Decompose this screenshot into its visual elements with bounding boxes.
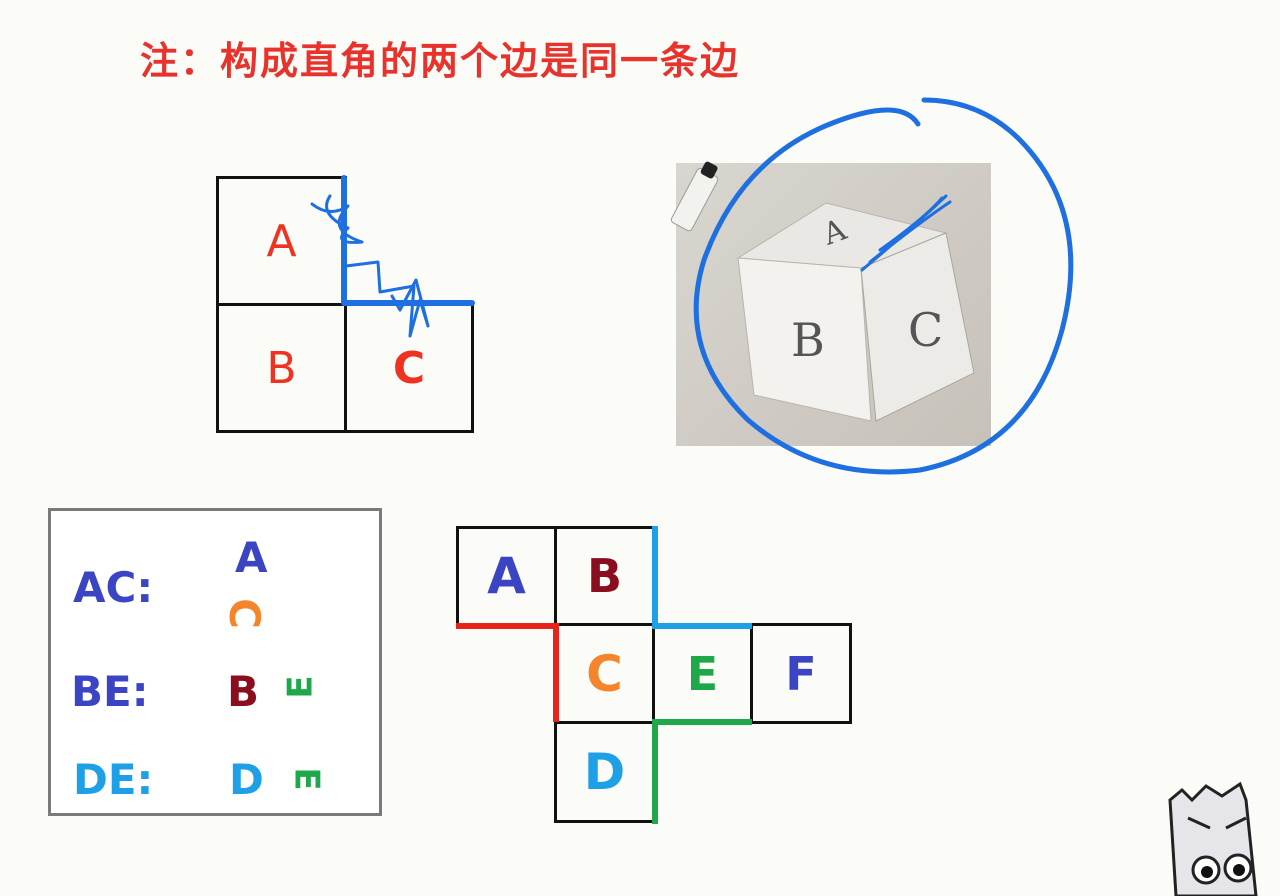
legend-be-first: B xyxy=(227,667,260,716)
left-net-cell-c: C xyxy=(344,303,474,433)
legend-ac-second-rotated: C xyxy=(219,598,269,629)
legend-key-de: DE: xyxy=(73,755,154,804)
left-net-cell-b: B xyxy=(216,303,347,433)
right-net-cell-e: E xyxy=(652,623,753,724)
right-net-cell-f: F xyxy=(750,623,852,724)
legend-de-second-rotated: E xyxy=(286,767,327,791)
right-net-label-a: A xyxy=(487,547,526,605)
edge-sky-be xyxy=(652,526,752,629)
edge-red-ac xyxy=(456,623,559,722)
note-title: 注：构成直角的两个边是同一条边 xyxy=(140,38,741,83)
pairs-legend: AC: A C BE: B E DE: D E xyxy=(48,508,382,816)
right-net-cell-c: C xyxy=(554,623,655,724)
right-net-cell-d: D xyxy=(554,721,655,823)
right-net-label-b: B xyxy=(586,549,623,603)
left-net-cell-a: A xyxy=(216,176,347,306)
legend-key-be: BE: xyxy=(71,667,149,716)
edge-green-de xyxy=(652,719,752,824)
right-net-label-e: E xyxy=(686,646,719,701)
legend-key-ac: AC: xyxy=(73,563,154,612)
left-net-label-a: A xyxy=(266,215,297,267)
left-net-label-b: B xyxy=(266,342,297,394)
right-net-cell-a: A xyxy=(456,526,557,626)
photo-label-right: C xyxy=(908,303,944,357)
legend-ac-first: A xyxy=(235,533,268,582)
cube-photo: A B C xyxy=(669,160,991,446)
right-net-label-d: D xyxy=(583,743,626,801)
cube-drawing xyxy=(736,202,975,422)
right-net-label-f: F xyxy=(785,646,817,701)
right-net-label-c: C xyxy=(586,644,623,703)
left-net-label-c: C xyxy=(392,342,426,394)
photo-label-left: B xyxy=(791,313,825,367)
right-net-cell-b: B xyxy=(554,526,655,626)
left-net-edge-highlight xyxy=(341,175,475,306)
legend-de-first: D xyxy=(229,755,264,804)
legend-be-second-rotated: E xyxy=(280,675,321,699)
